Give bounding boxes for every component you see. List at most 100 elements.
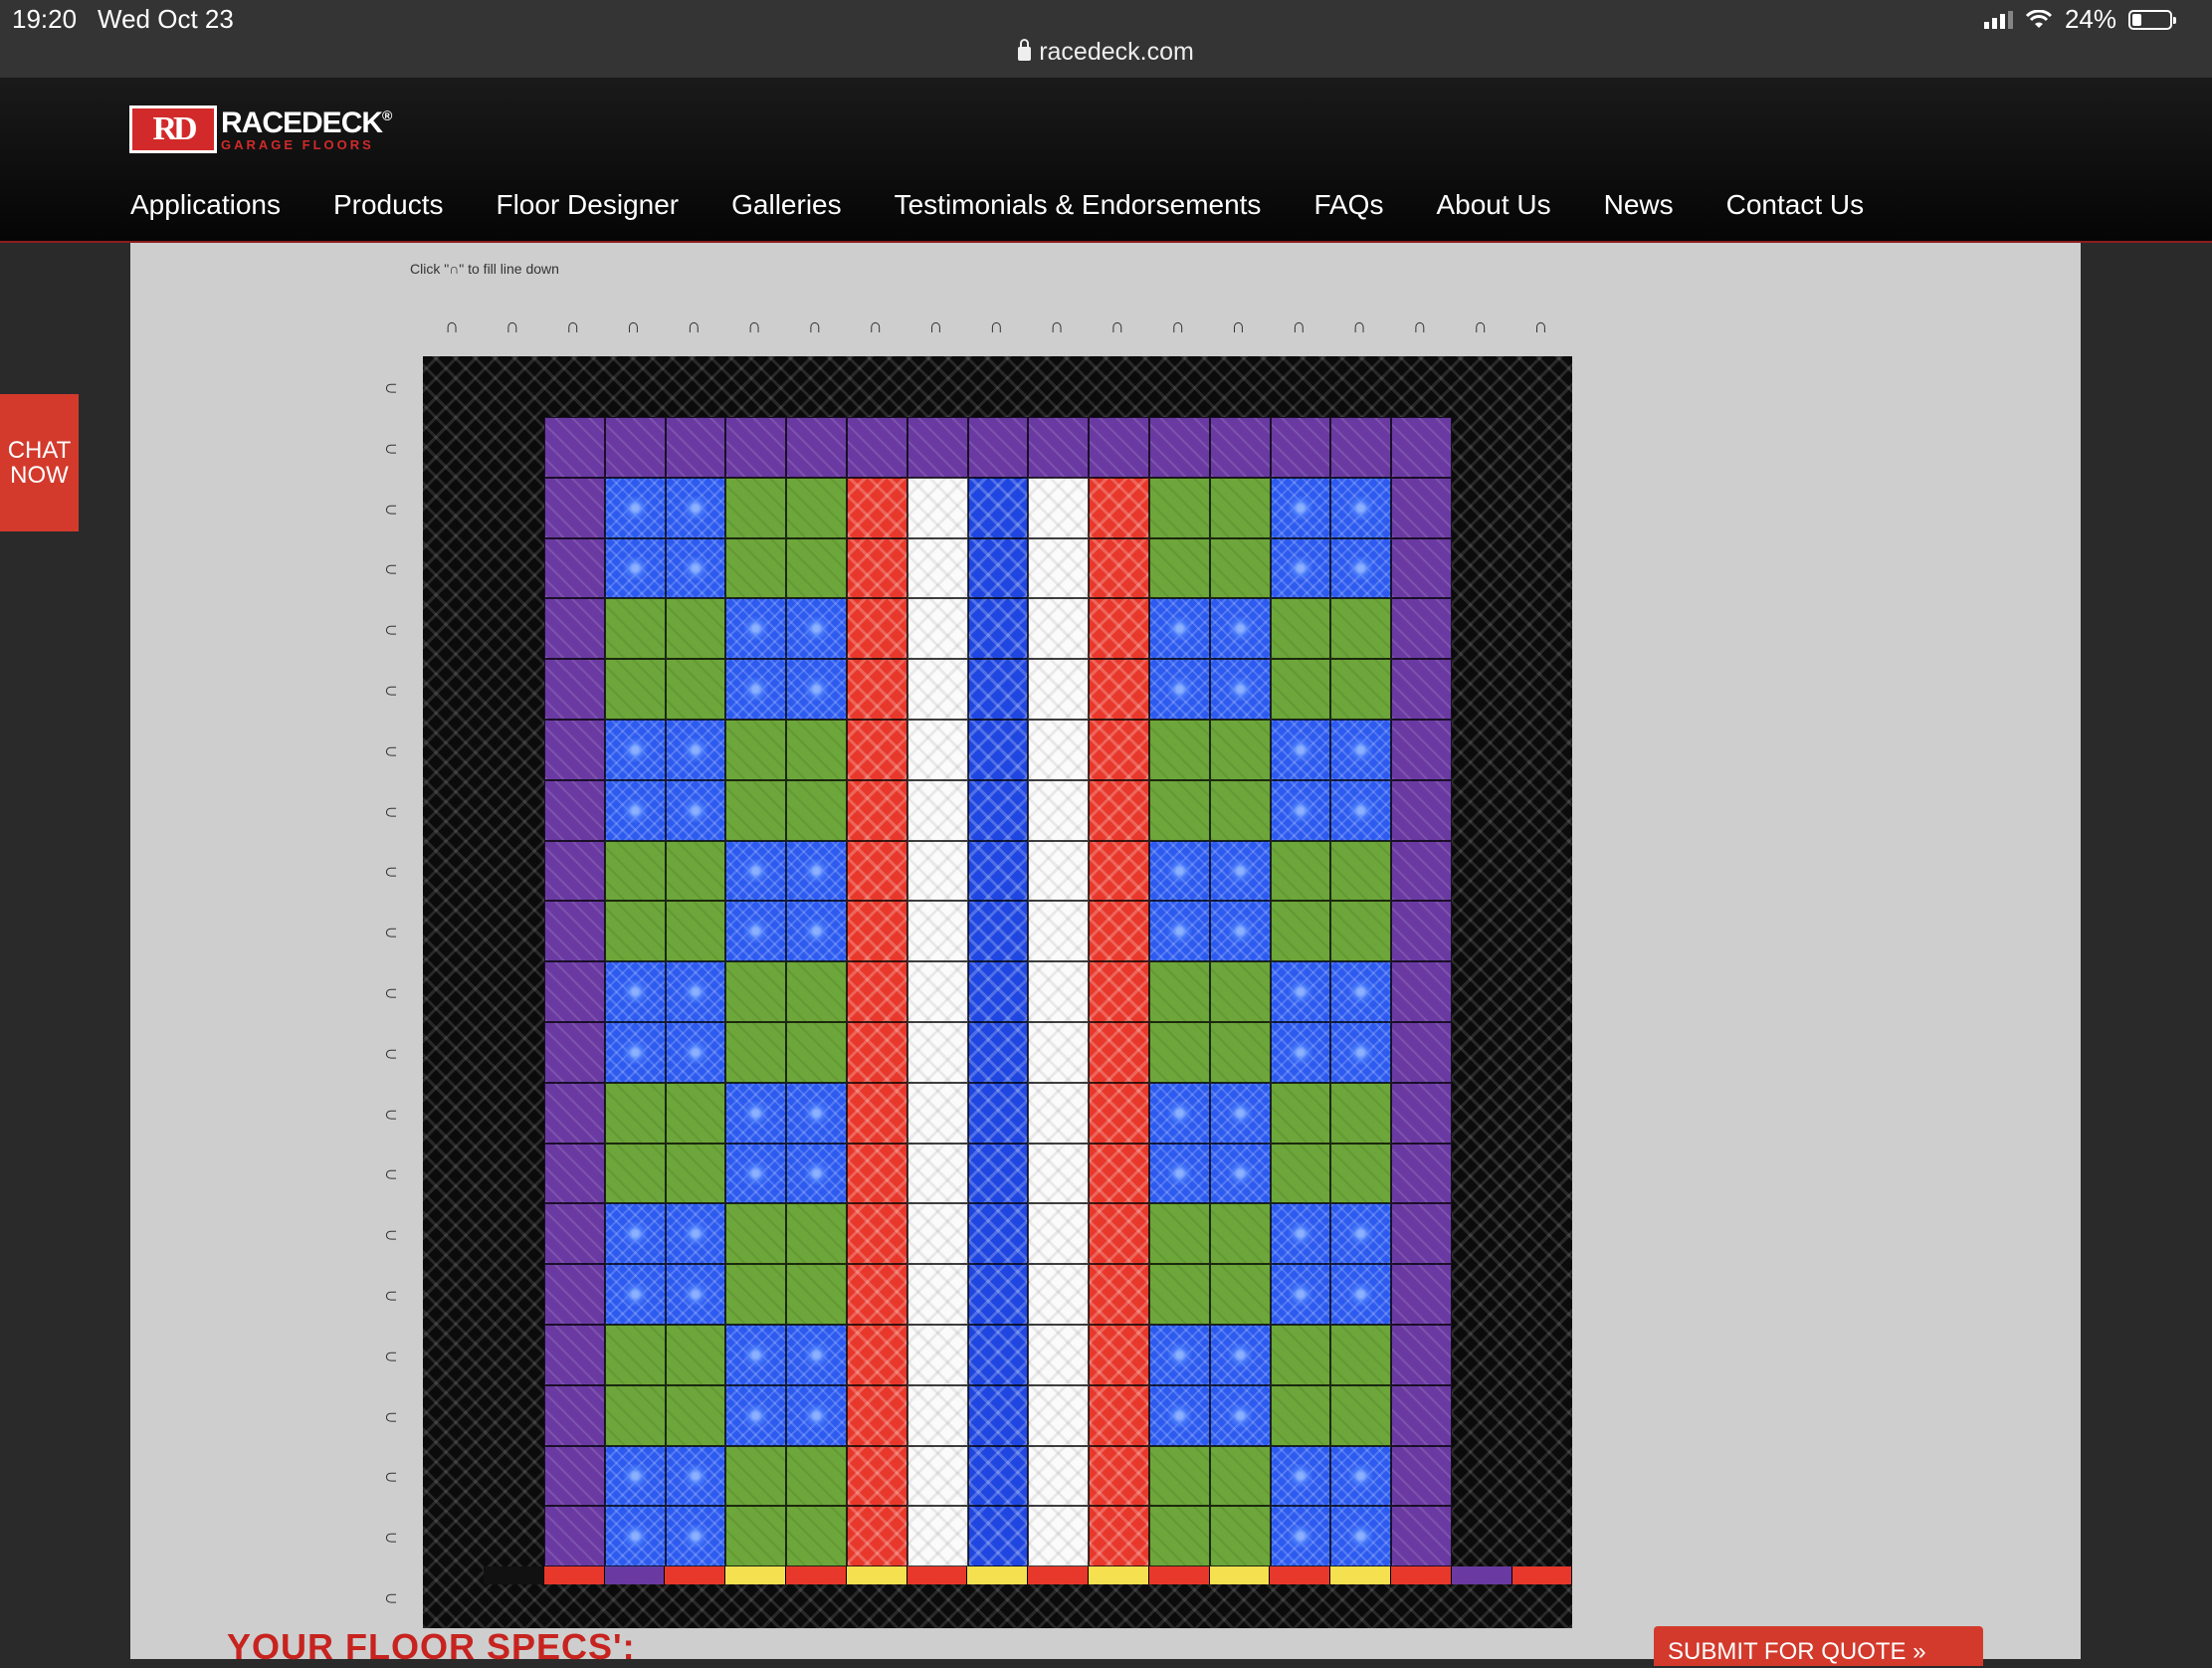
floor-tile[interactable]	[725, 961, 787, 1022]
floor-tile[interactable]	[1330, 659, 1392, 720]
edge-tile[interactable]	[665, 1566, 726, 1585]
floor-tile[interactable]	[967, 1506, 1029, 1567]
floor-tile[interactable]	[1391, 901, 1452, 962]
floor-tile[interactable]	[1028, 1143, 1090, 1204]
floor-tile[interactable]	[847, 1143, 907, 1204]
edge-tile[interactable]	[1028, 1566, 1089, 1585]
floor-tile[interactable]	[786, 1264, 847, 1325]
floor-tile[interactable]	[604, 477, 666, 538]
floor-tile[interactable]	[1209, 961, 1271, 1022]
row-fill-arrow[interactable]: ∩	[379, 865, 401, 879]
column-fill-arrow[interactable]: ∩	[505, 316, 519, 336]
floor-tile[interactable]	[1028, 537, 1090, 599]
floor-tile[interactable]	[1149, 720, 1210, 780]
floor-tile[interactable]	[544, 537, 605, 599]
floor-tile[interactable]	[1270, 1203, 1331, 1265]
floor-tile[interactable]	[847, 537, 907, 599]
floor-tile[interactable]	[1149, 1506, 1210, 1567]
floor-tile[interactable]	[1270, 1264, 1331, 1325]
floor-tile[interactable]	[1149, 1325, 1210, 1385]
row-fill-arrow[interactable]: ∩	[379, 1470, 401, 1484]
floor-tile[interactable]	[1089, 659, 1149, 720]
floor-tile[interactable]	[1209, 779, 1271, 841]
floor-tile[interactable]	[725, 417, 787, 478]
edge-tile[interactable]	[1511, 1566, 1572, 1585]
floor-tile[interactable]	[1209, 840, 1271, 902]
floor-tile[interactable]	[1028, 901, 1090, 962]
floor-tile[interactable]	[544, 1143, 605, 1204]
floor-tile[interactable]	[847, 779, 907, 841]
floor-tile[interactable]	[1209, 1022, 1271, 1083]
floor-tile[interactable]	[1089, 901, 1149, 962]
floor-tile[interactable]	[1330, 779, 1392, 841]
floor-tile[interactable]	[604, 1325, 666, 1385]
floor-tile[interactable]	[1330, 961, 1392, 1022]
floor-tile[interactable]	[1089, 1506, 1149, 1567]
edge-tile[interactable]	[846, 1566, 907, 1585]
floor-tile[interactable]	[1209, 1203, 1271, 1265]
floor-tile[interactable]	[967, 1022, 1029, 1083]
floor-tile[interactable]	[1089, 779, 1149, 841]
floor-tile[interactable]	[1270, 1384, 1331, 1446]
floor-tile[interactable]	[604, 1445, 666, 1507]
floor-tile[interactable]	[1028, 720, 1090, 780]
floor-tile[interactable]	[967, 598, 1029, 660]
floor-tile[interactable]	[665, 1203, 726, 1265]
row-fill-arrow[interactable]: ∩	[379, 1228, 401, 1242]
floor-tile[interactable]	[1391, 1325, 1452, 1385]
floor-tile[interactable]	[544, 779, 605, 841]
floor-tile[interactable]	[1330, 1203, 1392, 1265]
floor-tile[interactable]	[1270, 477, 1331, 538]
floor-tile[interactable]	[847, 720, 907, 780]
floor-tile[interactable]	[1209, 901, 1271, 962]
floor-tile[interactable]	[906, 840, 968, 902]
row-fill-arrow[interactable]: ∩	[379, 744, 401, 758]
floor-tile[interactable]	[847, 1082, 907, 1144]
floor-tile[interactable]	[967, 659, 1029, 720]
floor-tile[interactable]	[786, 720, 847, 780]
floor-tile[interactable]	[1089, 1264, 1149, 1325]
nav-about-us[interactable]: About Us	[1436, 189, 1550, 221]
floor-tile[interactable]	[906, 1384, 968, 1446]
floor-tile[interactable]	[967, 1203, 1029, 1265]
row-fill-arrow[interactable]: ∩	[379, 623, 401, 637]
floor-tile[interactable]	[847, 1384, 907, 1446]
floor-tile[interactable]	[1270, 901, 1331, 962]
floor-tile[interactable]	[544, 1082, 605, 1144]
floor-tile[interactable]	[1209, 1506, 1271, 1567]
floor-tile[interactable]	[906, 1325, 968, 1385]
edge-tile[interactable]	[1330, 1566, 1391, 1585]
floor-tile[interactable]	[1391, 720, 1452, 780]
floor-tile[interactable]	[847, 1506, 907, 1567]
floor-tile[interactable]	[604, 1203, 666, 1265]
floor-tile[interactable]	[1209, 720, 1271, 780]
row-fill-arrow[interactable]: ∩	[379, 1107, 401, 1121]
floor-tile[interactable]	[906, 901, 968, 962]
floor-tile[interactable]	[847, 961, 907, 1022]
row-fill-arrow[interactable]: ∩	[379, 926, 401, 939]
floor-tile[interactable]	[1270, 659, 1331, 720]
nav-products[interactable]: Products	[333, 189, 444, 221]
column-fill-arrow[interactable]: ∩	[1474, 316, 1488, 336]
nav-news[interactable]: News	[1604, 189, 1674, 221]
floor-tile[interactable]	[1089, 1325, 1149, 1385]
floor-tile[interactable]	[967, 901, 1029, 962]
column-fill-arrow[interactable]: ∩	[687, 316, 701, 336]
floor-tile[interactable]	[1149, 1143, 1210, 1204]
floor-tile[interactable]	[1330, 1022, 1392, 1083]
floor-tile[interactable]	[786, 779, 847, 841]
floor-tile[interactable]	[967, 1264, 1029, 1325]
row-fill-arrow[interactable]: ∩	[379, 804, 401, 818]
floor-tile[interactable]	[786, 1506, 847, 1567]
floor-tile[interactable]	[665, 659, 726, 720]
floor-tile[interactable]	[604, 598, 666, 660]
floor-tile[interactable]	[1149, 598, 1210, 660]
floor-tile[interactable]	[725, 840, 787, 902]
floor-tile[interactable]	[906, 1022, 968, 1083]
floor-tile[interactable]	[1149, 477, 1210, 538]
row-fill-arrow[interactable]: ∩	[379, 442, 401, 456]
row-fill-arrow[interactable]: ∩	[379, 1167, 401, 1181]
floor-tile[interactable]	[725, 537, 787, 599]
floor-tile[interactable]	[604, 1022, 666, 1083]
floor-tile[interactable]	[1089, 720, 1149, 780]
